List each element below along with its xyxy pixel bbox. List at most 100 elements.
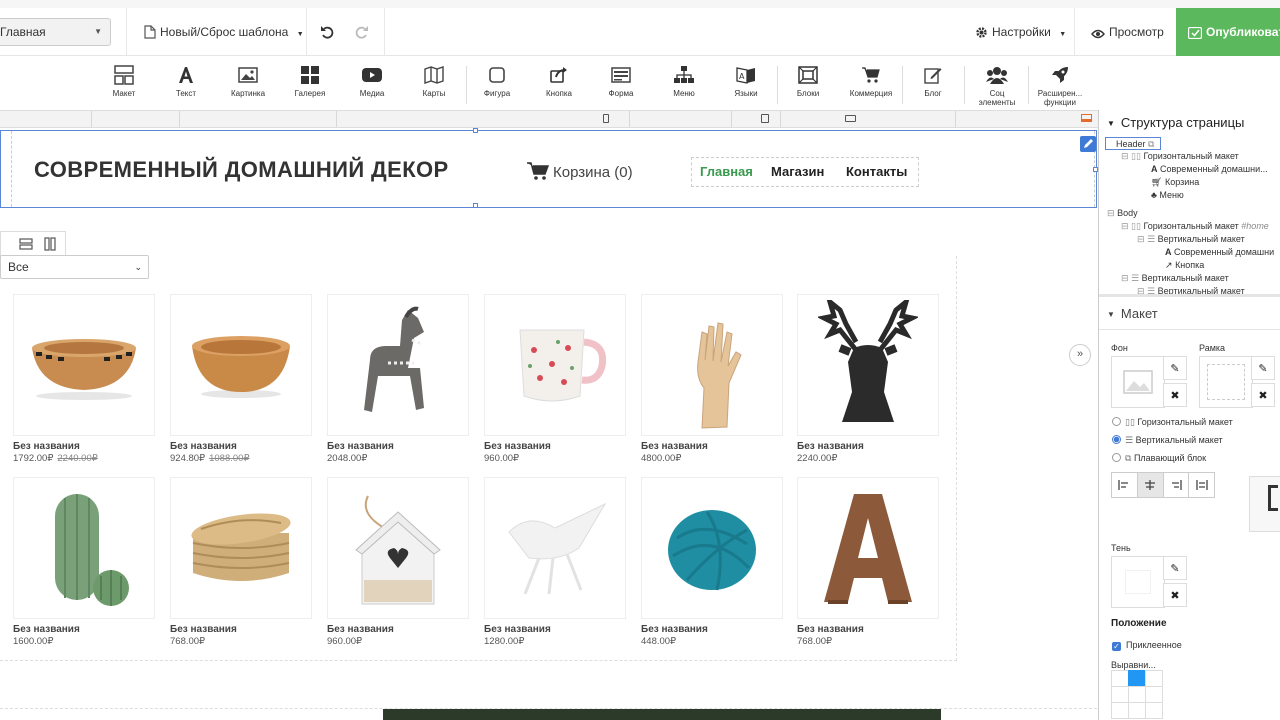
tree-item[interactable]: ♣ Меню <box>1151 189 1184 202</box>
tool-advanced[interactable]: Расширен... функции <box>1029 64 1091 107</box>
product-image[interactable] <box>327 477 469 619</box>
tool-button[interactable]: Кнопка <box>528 64 590 106</box>
product-card[interactable]: Без названия 4800.00₽ <box>641 294 783 464</box>
anchor-cell[interactable] <box>1111 702 1129 719</box>
product-card[interactable]: Без названия 448.00₽ <box>641 477 783 647</box>
tree-item[interactable]: ⊟ ☰ Вертикальный макет <box>1137 233 1245 246</box>
product-image[interactable] <box>13 477 155 619</box>
desktop-view-icon[interactable] <box>845 115 856 122</box>
tree-item[interactable]: A Современный домашни... <box>1151 163 1268 176</box>
tool-maps[interactable]: Карты <box>403 64 465 106</box>
tool-menu[interactable]: Меню <box>653 64 715 106</box>
product-image[interactable] <box>13 294 155 436</box>
product-name[interactable]: Без названия <box>13 624 155 635</box>
product-name[interactable]: Без названия <box>641 441 783 452</box>
nav-item-shop[interactable]: Магазин <box>771 164 824 179</box>
product-name[interactable]: Без названия <box>797 441 939 452</box>
anchor-cell[interactable] <box>1111 686 1129 703</box>
widescreen-view-icon[interactable] <box>1081 114 1092 122</box>
tree-item-header[interactable]: Header ⧉ <box>1105 137 1162 150</box>
tool-shape[interactable]: Фигура <box>466 64 528 106</box>
product-card[interactable]: Без названия 2240.00₽ <box>797 294 939 464</box>
product-image[interactable] <box>170 477 312 619</box>
tool-gallery[interactable]: Галерея <box>279 64 341 106</box>
tree-item[interactable]: ⊟ ▯▯ Горизонтальный макет <box>1121 150 1239 163</box>
product-name[interactable]: Без названия <box>797 624 939 635</box>
anchor-cell-selected[interactable] <box>1128 670 1146 687</box>
edit-border-button[interactable]: ✎ <box>1251 356 1275 380</box>
align-right-icon[interactable] <box>1164 473 1190 497</box>
anchor-cell[interactable] <box>1128 686 1146 703</box>
size-preview[interactable] <box>1249 476 1280 532</box>
anchor-cell[interactable] <box>1145 702 1163 719</box>
option-horizontal-layout[interactable]: ▯▯ Горизонтальный макет <box>1112 417 1233 428</box>
align-stretch-icon[interactable] <box>1189 473 1214 497</box>
new-reset-template-button[interactable]: Новый/Сброс шаблона ▼ <box>144 8 304 56</box>
nav-item-contacts[interactable]: Контакты <box>846 164 907 179</box>
tool-media[interactable]: Медиа <box>341 64 403 106</box>
mobile-view-icon[interactable] <box>603 114 609 123</box>
catalog-view-toggle[interactable] <box>0 231 66 257</box>
tree-item[interactable]: ⊟ ▯▯ Горизонтальный макет #home <box>1121 220 1269 233</box>
tree-item[interactable]: 🛒︎ Корзина <box>1151 176 1199 189</box>
editor-canvas[interactable]: СОВРЕМЕННЫЙ ДОМАШНИЙ ДЕКОР Корзина (0) Г… <box>0 128 1098 720</box>
tool-text[interactable]: Текст <box>155 64 217 106</box>
header-block[interactable]: СОВРЕМЕННЫЙ ДОМАШНИЙ ДЕКОР Корзина (0) Г… <box>0 128 1098 208</box>
tree-item[interactable]: ⊟ ☰ Вертикальный макет <box>1121 272 1229 285</box>
layout-panel-header[interactable]: ▼ Макет <box>1107 306 1158 326</box>
clear-shadow-button[interactable]: ✖ <box>1163 583 1187 607</box>
anchor-cell[interactable] <box>1128 702 1146 719</box>
preview-button[interactable]: Просмотр <box>1091 8 1164 56</box>
product-image[interactable] <box>797 477 939 619</box>
publish-button[interactable]: Опубликовать <box>1176 8 1280 56</box>
product-card[interactable]: Без названия 768.00₽ <box>797 477 939 647</box>
product-card[interactable]: Без названия 924.80₽ 1088.00₽ <box>170 294 312 464</box>
undo-button[interactable] <box>320 8 338 56</box>
site-title[interactable]: СОВРЕМЕННЫЙ ДОМАШНИЙ ДЕКОР <box>34 157 449 183</box>
product-card[interactable]: Без названия 960.00₽ <box>327 477 469 647</box>
tool-blog[interactable]: Блог <box>902 64 964 106</box>
edit-shadow-button[interactable]: ✎ <box>1163 556 1187 580</box>
tool-social[interactable]: Соц элементы <box>966 64 1028 107</box>
product-image[interactable] <box>327 294 469 436</box>
checkbox-checked[interactable]: ✓ <box>1112 642 1121 651</box>
align-center-icon[interactable] <box>1137 473 1164 497</box>
product-card[interactable]: Без названия 1792.00₽ 2240.00₽ <box>13 294 155 464</box>
sticky-checkbox-row[interactable]: ✓ Приклеенное <box>1112 640 1182 651</box>
product-image[interactable] <box>484 477 626 619</box>
resize-handle[interactable] <box>473 128 478 133</box>
product-image[interactable] <box>170 294 312 436</box>
product-image[interactable] <box>641 294 783 436</box>
align-left-icon[interactable] <box>1112 473 1138 497</box>
tool-commerce[interactable]: Коммерция <box>840 64 902 106</box>
product-name[interactable]: Без названия <box>484 441 626 452</box>
tool-blocks[interactable]: Блоки <box>777 64 839 106</box>
radio-button[interactable] <box>1112 417 1121 426</box>
product-name[interactable]: Без названия <box>484 624 626 635</box>
product-name[interactable]: Без названия <box>170 624 312 635</box>
redo-button[interactable] <box>355 8 373 56</box>
tree-item[interactable]: ⊟ ☰ Вертикальный макет <box>1137 285 1245 294</box>
product-image[interactable] <box>641 477 783 619</box>
tree-item[interactable]: ↗ Кнопка <box>1165 259 1204 272</box>
double-chevron-right-icon[interactable]: » <box>1069 344 1091 366</box>
product-name[interactable]: Без названия <box>327 624 469 635</box>
clear-border-button[interactable]: ✖ <box>1251 383 1275 407</box>
border-preview[interactable] <box>1199 356 1253 408</box>
product-card[interactable]: Без названия 1280.00₽ <box>484 477 626 647</box>
product-name[interactable]: Без названия <box>641 624 783 635</box>
tool-languages[interactable]: A Языки <box>715 64 777 106</box>
structure-header[interactable]: ▼ Структура страницы <box>1107 115 1244 135</box>
cart-link[interactable]: Корзина (0) <box>527 162 633 181</box>
page-selector[interactable]: Главная ▼ <box>0 18 111 46</box>
tool-image[interactable]: Картинка <box>217 64 279 106</box>
tree-item[interactable]: A Современный домашни <box>1165 246 1274 259</box>
tool-form[interactable]: Форма <box>590 64 652 106</box>
edit-background-button[interactable]: ✎ <box>1163 356 1187 380</box>
option-vertical-layout[interactable]: ☰ Вертикальный макет <box>1112 435 1223 446</box>
product-image[interactable] <box>797 294 939 436</box>
settings-button[interactable]: Настройки ▼ <box>975 8 1066 56</box>
nav-menu[interactable]: Главная Магазин Контакты <box>691 157 919 187</box>
product-card[interactable]: Без названия 960.00₽ <box>484 294 626 464</box>
anchor-cell[interactable] <box>1145 686 1163 703</box>
